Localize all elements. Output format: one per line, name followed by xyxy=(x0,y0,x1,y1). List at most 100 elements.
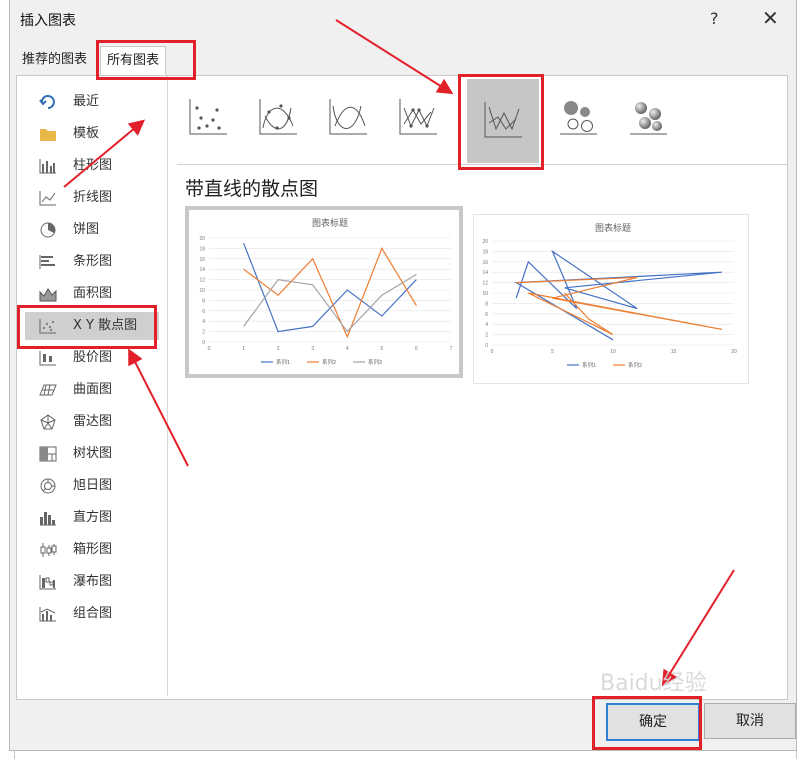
y-tick-label: 18 xyxy=(199,246,205,252)
y-tick-label: 14 xyxy=(482,270,488,276)
x-tick-label: 6 xyxy=(415,346,418,352)
sidebar-item-column[interactable]: 柱形图 xyxy=(25,152,159,180)
legend-label: 系列1 xyxy=(276,358,290,366)
chart-title: 图表标题 xyxy=(312,217,348,228)
y-tick-label: 10 xyxy=(482,291,488,297)
x-tick-label: 0 xyxy=(491,349,494,355)
subtype-3d-bubble[interactable] xyxy=(627,96,669,138)
x-tick-label: 15 xyxy=(671,349,677,355)
y-tick-label: 10 xyxy=(199,288,205,294)
subtype-scatter-smooth-markers[interactable] xyxy=(257,96,299,138)
tab-recommended-charts[interactable]: 推荐的图表 xyxy=(16,46,93,74)
y-tick-label: 18 xyxy=(482,249,488,255)
x-tick-label: 20 xyxy=(731,349,737,355)
y-tick-label: 16 xyxy=(199,257,205,263)
series-line-3 xyxy=(243,273,417,333)
sidebar-item-label: X Y 散点图 xyxy=(73,318,138,333)
series-line-1 xyxy=(243,242,417,333)
y-tick-label: 20 xyxy=(482,239,488,245)
chart-preview-1[interactable]: 图表标题 0 2 4 6 8 10 12 14 16 18 20 0 1 2 3 4 5 6 7 系列1 系列2 系列3 xyxy=(185,206,463,378)
y-tick-label: 6 xyxy=(485,312,488,318)
sidebar-item-label: 直方图 xyxy=(73,510,113,525)
cancel-button[interactable]: 取消 xyxy=(704,703,796,739)
chart-panel: 最近 模板 柱形图 折线图 饼图 条形图 面积图 X Y 散点图 股价图 曲面图… xyxy=(16,75,788,700)
y-tick-label: 20 xyxy=(199,236,205,242)
sidebar-item-label: 柱形图 xyxy=(73,158,113,173)
legend-label: 系列2 xyxy=(628,361,642,369)
chart-subtype-title: 带直线的散点图 xyxy=(185,178,319,200)
watermark: Baidu经验 xyxy=(600,671,707,696)
column-chart-icon xyxy=(39,158,57,174)
subtype-scatter-straight[interactable] xyxy=(467,79,539,163)
sidebar-item-bar[interactable]: 条形图 xyxy=(25,248,159,276)
scatter-icon xyxy=(189,99,227,135)
sidebar-item-radar[interactable]: 雷达图 xyxy=(25,408,159,436)
chart-preview-2[interactable]: 图表标题 0 2 4 6 8 10 12 14 16 18 20 0 5 10 15 20 系列1 系列2 xyxy=(473,214,749,384)
scatter-straight-lines-icon xyxy=(484,102,522,138)
x-tick-label: 2 xyxy=(277,346,280,352)
sidebar-item-scatter[interactable]: X Y 散点图 xyxy=(25,312,159,340)
sidebar-item-label: 条形图 xyxy=(73,254,113,269)
y-tick-label: 6 xyxy=(202,309,205,315)
sidebar-item-label: 折线图 xyxy=(73,190,113,205)
close-button[interactable]: ✕ xyxy=(762,6,779,30)
y-tick-label: 4 xyxy=(485,322,488,328)
sidebar-item-label: 面积图 xyxy=(73,286,113,301)
sidebar-item-waterfall[interactable]: 瀑布图 xyxy=(25,568,159,596)
treemap-icon xyxy=(39,446,57,462)
sidebar-item-pie[interactable]: 饼图 xyxy=(25,216,159,244)
folder-icon xyxy=(39,126,57,142)
sidebar-item-combo[interactable]: 组合图 xyxy=(25,600,159,628)
sidebar-item-label: 最近 xyxy=(73,94,100,109)
subtype-scatter-straight-markers[interactable] xyxy=(397,96,439,138)
sidebar-item-boxplot[interactable]: 箱形图 xyxy=(25,536,159,564)
combo-icon xyxy=(39,606,57,622)
recent-icon xyxy=(39,94,57,110)
series-line-1 xyxy=(514,249,722,341)
legend-label: 系列1 xyxy=(582,361,596,369)
sidebar-item-histogram[interactable]: 直方图 xyxy=(25,504,159,532)
line-chart-icon xyxy=(39,190,57,206)
x-tick-label: 5 xyxy=(551,349,554,355)
x-tick-label: 4 xyxy=(346,346,349,352)
sidebar-item-area[interactable]: 面积图 xyxy=(25,280,159,308)
bubble-icon xyxy=(560,101,597,135)
y-tick-label: 12 xyxy=(199,278,205,284)
sidebar-item-label: 雷达图 xyxy=(73,414,113,429)
x-tick-label: 1 xyxy=(242,346,245,352)
subtype-scatter[interactable] xyxy=(187,96,229,138)
sidebar-item-surface[interactable]: 曲面图 xyxy=(25,376,159,404)
dialog-title: 插入图表 xyxy=(20,13,76,29)
sidebar-item-label: 树状图 xyxy=(73,446,113,461)
sidebar-item-stock[interactable]: 股价图 xyxy=(25,344,159,372)
sidebar-item-recent[interactable]: 最近 xyxy=(25,88,159,116)
legend-label: 系列2 xyxy=(322,358,336,366)
sidebar-item-label: 箱形图 xyxy=(73,542,113,557)
preview-chart-svg: 图表标题 0 2 4 6 8 10 12 14 16 18 20 0 5 10 15 20 系列1 系列2 xyxy=(482,222,737,369)
subtype-scatter-smooth[interactable] xyxy=(327,96,369,138)
area-chart-icon xyxy=(39,286,57,302)
subtype-bubble[interactable] xyxy=(557,96,599,138)
x-tick-label: 0 xyxy=(208,346,211,352)
sidebar-item-label: 组合图 xyxy=(73,606,113,621)
stock-chart-icon xyxy=(39,350,57,366)
3d-bubble-icon xyxy=(630,102,667,135)
x-tick-label: 7 xyxy=(450,346,453,352)
x-tick-label: 5 xyxy=(380,346,383,352)
sidebar-item-treemap[interactable]: 树状图 xyxy=(25,440,159,468)
chart-type-sidebar: 最近 模板 柱形图 折线图 饼图 条形图 面积图 X Y 散点图 股价图 曲面图… xyxy=(17,76,168,696)
y-tick-label: 0 xyxy=(485,343,488,349)
waterfall-icon xyxy=(39,574,57,590)
scatter-smooth-lines-icon xyxy=(329,99,367,135)
sidebar-item-label: 股价图 xyxy=(73,350,113,365)
y-tick-label: 2 xyxy=(485,333,488,339)
ok-button[interactable]: 确定 xyxy=(606,703,700,741)
chart-subtype-row xyxy=(177,76,787,165)
help-button[interactable]: ? xyxy=(710,9,719,28)
sidebar-item-sunburst[interactable]: 旭日图 xyxy=(25,472,159,500)
scatter-chart-icon xyxy=(39,318,57,334)
tab-all-charts[interactable]: 所有图表 xyxy=(100,46,167,76)
sidebar-item-line[interactable]: 折线图 xyxy=(25,184,159,212)
boxplot-icon xyxy=(39,542,57,558)
sidebar-item-template[interactable]: 模板 xyxy=(25,120,159,148)
